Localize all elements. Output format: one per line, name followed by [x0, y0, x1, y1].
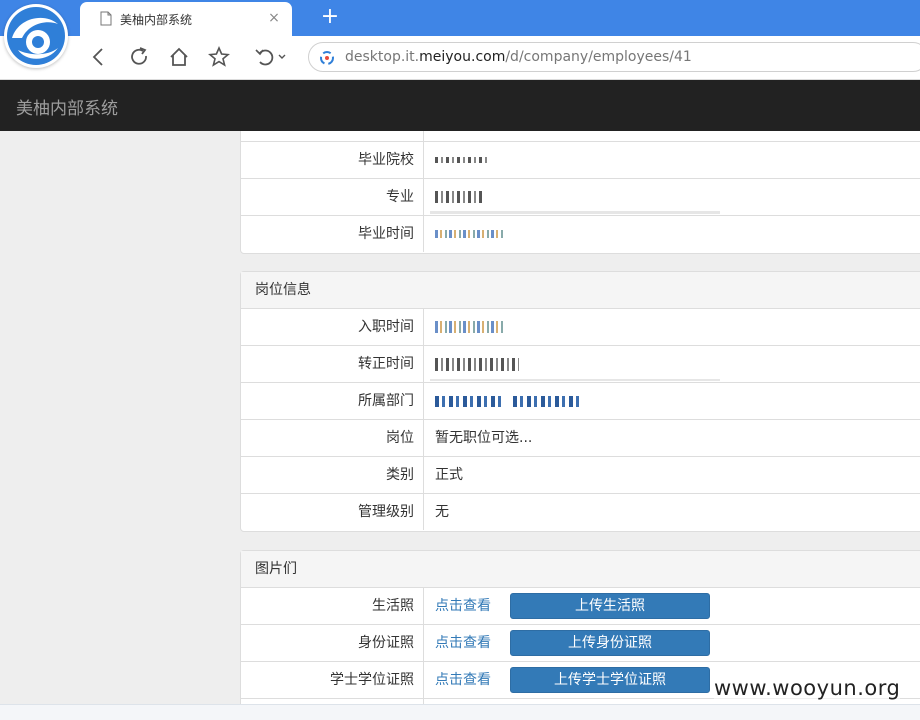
main-content: 毕业院校 专业 毕业时间 岗位信息 入职时间 转正时间 所属部门 岗位 暂无职位…: [0, 131, 920, 720]
redacted-value: [435, 309, 505, 345]
navbar-brand[interactable]: 美柚内部系统: [16, 94, 118, 119]
panel-heading: 岗位信息: [241, 272, 920, 309]
divider: [430, 379, 720, 381]
new-tab-button[interactable]: +: [318, 4, 342, 30]
row-value: 正式: [435, 467, 463, 483]
tab-title: 美柚内部系统: [120, 13, 193, 27]
row-label: 所属部门: [241, 383, 424, 419]
row-label: 毕业时间: [241, 216, 424, 252]
divider: [430, 211, 720, 214]
table-row: 身份证照 点击查看 上传身份证照: [241, 625, 920, 662]
panel-heading: 图片们: [241, 551, 920, 588]
table-row: 入职时间: [241, 309, 920, 346]
star-icon[interactable]: [206, 44, 232, 70]
redacted-value: [435, 383, 583, 419]
status-bar: [0, 704, 920, 720]
home-icon[interactable]: [166, 44, 192, 70]
education-panel: 毕业院校 专业 毕业时间: [240, 131, 920, 254]
row-label: 学士学位证照: [241, 662, 424, 698]
row-value: 无: [435, 504, 449, 520]
watermark-text: www.wooyun.org: [714, 676, 901, 700]
address-bar[interactable]: desktop.it.meiyou.com/d/company/employee…: [308, 42, 920, 72]
view-link[interactable]: 点击查看: [435, 588, 491, 624]
table-row: 所属部门: [241, 383, 920, 420]
redacted-value: [435, 142, 487, 178]
row-label: 类别: [241, 457, 424, 493]
row-value: 暂无职位可选...: [435, 430, 533, 446]
table-row: [241, 131, 920, 142]
upload-life-photo-button[interactable]: 上传生活照: [510, 593, 710, 619]
browser-logo-icon[interactable]: [4, 4, 68, 68]
back-icon[interactable]: [86, 44, 112, 70]
table-row: 管理级别 无: [241, 494, 920, 531]
table-row: 岗位 暂无职位可选...: [241, 420, 920, 457]
undo-dropdown-icon[interactable]: [252, 44, 292, 70]
row-label: 转正时间: [241, 346, 424, 382]
row-label: 管理级别: [241, 494, 424, 530]
row-label: 岗位: [241, 420, 424, 456]
table-row: 毕业时间: [241, 216, 920, 253]
tab-close-icon[interactable]: ×: [266, 9, 282, 27]
table-row: 毕业院校: [241, 142, 920, 179]
row-label: 入职时间: [241, 309, 424, 345]
row-label: 毕业院校: [241, 142, 424, 178]
redacted-value: [435, 346, 519, 382]
table-row: 转正时间: [241, 346, 920, 383]
browser-toolbar: desktop.it.meiyou.com/d/company/employee…: [0, 36, 920, 80]
reload-icon[interactable]: [126, 44, 152, 70]
table-row: 生活照 点击查看 上传生活照: [241, 588, 920, 625]
site-security-icon[interactable]: [319, 50, 335, 66]
upload-degree-photo-button[interactable]: 上传学士学位证照: [510, 667, 710, 693]
view-link[interactable]: 点击查看: [435, 662, 491, 698]
view-link[interactable]: 点击查看: [435, 625, 491, 661]
position-panel: 岗位信息 入职时间 转正时间 所属部门 岗位 暂无职位可选... 类别 正式 管…: [240, 271, 920, 532]
url-text: desktop.it.meiyou.com/d/company/employee…: [345, 49, 692, 65]
tab-active[interactable]: 美柚内部系统 ×: [80, 2, 292, 36]
redacted-value: [435, 216, 505, 252]
upload-id-photo-button[interactable]: 上传身份证照: [510, 630, 710, 656]
page-icon: [100, 11, 112, 26]
app-navbar: 美柚内部系统: [0, 80, 920, 131]
redacted-value: [435, 179, 483, 215]
browser-chrome: 美柚内部系统 × + desktop.it.meiyou.com/d/compa…: [0, 0, 920, 80]
table-row: 类别 正式: [241, 457, 920, 494]
row-label: 专业: [241, 179, 424, 215]
row-label: 生活照: [241, 588, 424, 624]
row-label: 身份证照: [241, 625, 424, 661]
